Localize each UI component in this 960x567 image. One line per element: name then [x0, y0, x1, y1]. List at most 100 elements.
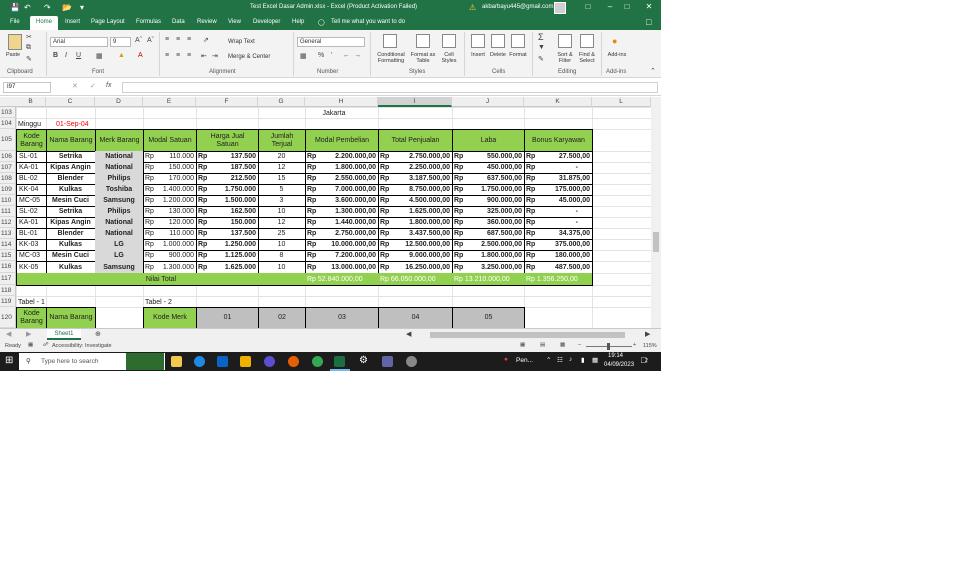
tabel2-header[interactable]: 05: [452, 307, 525, 328]
total-laba[interactable]: Rp 13.210.000,00: [452, 273, 525, 286]
addins-button[interactable]: Add-ins: [605, 52, 629, 58]
copy-icon[interactable]: ⧉: [26, 44, 31, 52]
delete-cells-icon[interactable]: [491, 34, 505, 48]
clock-date[interactable]: 04/09/2023: [604, 362, 634, 368]
city-cell[interactable]: Jakarta: [16, 107, 651, 119]
format-button[interactable]: Format: [507, 52, 529, 58]
mail-icon[interactable]: [217, 356, 228, 367]
paste-icon[interactable]: [8, 34, 22, 50]
row-header[interactable]: 115: [0, 250, 16, 261]
row-header[interactable]: 120: [0, 307, 16, 328]
italic-icon[interactable]: I: [65, 52, 67, 59]
cut-icon[interactable]: ✂: [26, 33, 32, 41]
save-icon[interactable]: 💾: [10, 3, 20, 13]
row-header[interactable]: 103: [0, 107, 16, 118]
column-header-c[interactable]: C: [46, 97, 95, 107]
tab-help[interactable]: Help: [292, 19, 304, 25]
vertical-scrollbar[interactable]: [651, 97, 661, 328]
column-header-g[interactable]: G: [258, 97, 305, 107]
table-header[interactable]: Bonus Karyawan: [524, 129, 593, 152]
bold-icon[interactable]: B: [53, 52, 58, 59]
customize-qat-icon[interactable]: ▾: [80, 3, 84, 13]
volume-icon[interactable]: ♪: [569, 356, 572, 363]
file-explorer-icon[interactable]: [171, 356, 182, 367]
table-header[interactable]: Nama Barang: [46, 129, 96, 152]
account-name[interactable]: akbarbayu445@gmail.com: [482, 4, 553, 10]
format-painter-icon[interactable]: ✎: [26, 55, 32, 63]
zoom-in-icon[interactable]: +: [633, 342, 636, 348]
tab-formulas[interactable]: Formulas: [136, 19, 161, 25]
chrome-icon[interactable]: [312, 356, 323, 367]
teams-icon[interactable]: [382, 356, 393, 367]
decrease-decimal-icon[interactable]: →: [354, 52, 361, 59]
page-break-view-icon[interactable]: ▩: [560, 342, 565, 348]
open-folder-icon[interactable]: 📂: [62, 3, 72, 13]
format-as-table-button[interactable]: Format as Table: [408, 52, 438, 64]
row-header[interactable]: 105: [0, 129, 16, 151]
tab-insert[interactable]: Insert: [65, 19, 80, 25]
insert-button[interactable]: Insert: [468, 52, 488, 58]
increase-decimal-icon[interactable]: ←: [343, 52, 350, 59]
settings-icon[interactable]: ⚙: [359, 355, 368, 366]
page-layout-view-icon[interactable]: ▤: [540, 342, 545, 348]
align-right-icon[interactable]: ≡: [187, 52, 191, 59]
prev-sheet-icon[interactable]: ◀: [6, 330, 11, 338]
currency-icon[interactable]: ▦: [300, 52, 307, 60]
tell-me-search[interactable]: Tell me what you want to do: [331, 19, 405, 25]
increase-indent-icon[interactable]: ⇥: [212, 52, 218, 60]
row-header[interactable]: 108: [0, 173, 16, 184]
tab-home[interactable]: Home: [30, 16, 59, 30]
next-sheet-icon[interactable]: ▶: [26, 330, 31, 338]
app-icon[interactable]: [406, 356, 417, 367]
store-icon[interactable]: [240, 356, 251, 367]
scroll-left-icon[interactable]: ◀: [406, 330, 411, 338]
windows-start-icon[interactable]: ⊞: [5, 355, 13, 366]
table-header[interactable]: Kode Barang: [16, 129, 47, 152]
font-color-icon[interactable]: A: [138, 52, 143, 59]
formula-input[interactable]: [122, 82, 658, 93]
decrease-font-icon[interactable]: Aˇ: [147, 37, 154, 44]
scroll-right-icon[interactable]: ▶: [645, 330, 650, 338]
tab-review[interactable]: Review: [197, 19, 217, 25]
cell-styles-button[interactable]: Cell Styles: [437, 52, 461, 64]
cell-styles-icon[interactable]: [442, 34, 456, 48]
share-icon[interactable]: □: [646, 17, 651, 27]
conditional-formatting-button[interactable]: Conditional Formatting: [373, 52, 409, 64]
row-header[interactable]: 110: [0, 195, 16, 206]
total-label[interactable]: Nilai Total: [16, 273, 306, 286]
edge-icon[interactable]: [194, 356, 205, 367]
tab-view[interactable]: View: [228, 19, 241, 25]
fill-color-icon[interactable]: ▲: [118, 52, 125, 59]
autosum-icon[interactable]: Σ: [538, 32, 544, 42]
column-header-k[interactable]: K: [524, 97, 592, 107]
zoom-out-icon[interactable]: –: [578, 342, 581, 348]
conditional-formatting-icon[interactable]: [383, 34, 397, 48]
language-icon[interactable]: ▦: [592, 356, 598, 364]
sort-filter-button[interactable]: Sort & Filter: [553, 52, 577, 64]
merge-center-button[interactable]: Merge & Center: [228, 54, 270, 60]
battery-icon[interactable]: ▮: [581, 356, 585, 364]
column-header-b[interactable]: B: [16, 97, 46, 107]
row-header[interactable]: 107: [0, 162, 16, 173]
total-pembelian[interactable]: Rp 52.840.000,00: [305, 273, 379, 286]
total-penjualan[interactable]: Rp 66.050.000,00: [378, 273, 453, 286]
cancel-icon[interactable]: ✕: [72, 82, 78, 90]
name-box[interactable]: I97: [3, 82, 51, 93]
macro-record-icon[interactable]: ▦: [28, 342, 33, 348]
middle-align-icon[interactable]: ≡: [176, 36, 180, 43]
wrap-text-button[interactable]: Wrap Text: [228, 39, 255, 45]
tabel2-header[interactable]: 03: [305, 307, 379, 328]
undo-icon[interactable]: ↶: [24, 3, 31, 13]
table-header[interactable]: Laba: [452, 129, 525, 152]
align-center-icon[interactable]: ≡: [176, 52, 180, 59]
column-header-f[interactable]: F: [196, 97, 258, 107]
zoom-level[interactable]: 115%: [643, 343, 657, 349]
close-icon[interactable]: ✕: [639, 2, 659, 11]
font-name-select[interactable]: Arial: [50, 37, 108, 47]
row-header[interactable]: 118: [0, 285, 16, 296]
increase-font-icon[interactable]: Aˆ: [135, 37, 142, 44]
bottom-align-icon[interactable]: ≡: [187, 36, 191, 43]
row-header[interactable]: 109: [0, 184, 16, 195]
column-header-l[interactable]: L: [592, 97, 651, 107]
column-header-j[interactable]: J: [452, 97, 524, 107]
